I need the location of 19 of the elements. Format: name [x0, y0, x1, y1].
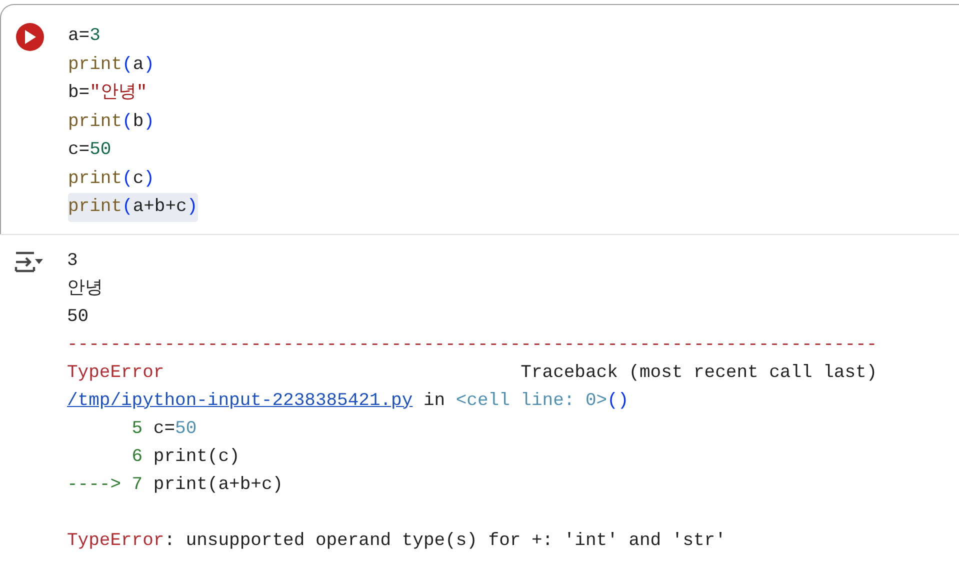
- code-line: b="안녕": [68, 82, 148, 105]
- output-toggle-icon[interactable]: [14, 250, 44, 272]
- output-line: 3: [67, 250, 79, 272]
- output-line: 안녕: [67, 278, 104, 300]
- code-line: a=3: [68, 25, 100, 48]
- output-line: TypeError: unsupported operand type(s) for +: 'int' and 'str': [67, 530, 727, 552]
- output-line: 50: [67, 306, 90, 328]
- output-line: ---------------------------------------------------------------------------: [67, 334, 878, 356]
- output-line: /tmp/ipython-input-2238385421.py in <cell line: 0>(): [67, 390, 630, 412]
- code-line: c=50: [68, 139, 112, 162]
- run-button[interactable]: [16, 23, 44, 51]
- output-line: 5 c=50: [130, 418, 198, 440]
- code-line: print(a): [68, 54, 154, 76]
- code-line: print(b): [68, 110, 154, 134]
- output-line: ----> 7 print(a+b+c): [67, 474, 284, 496]
- output-line: TypeError Traceback (most recent call last): [67, 362, 878, 384]
- output-line: 6 print(c): [130, 446, 241, 468]
- code-line: print(c): [68, 168, 154, 190]
- play-icon: [24, 30, 36, 44]
